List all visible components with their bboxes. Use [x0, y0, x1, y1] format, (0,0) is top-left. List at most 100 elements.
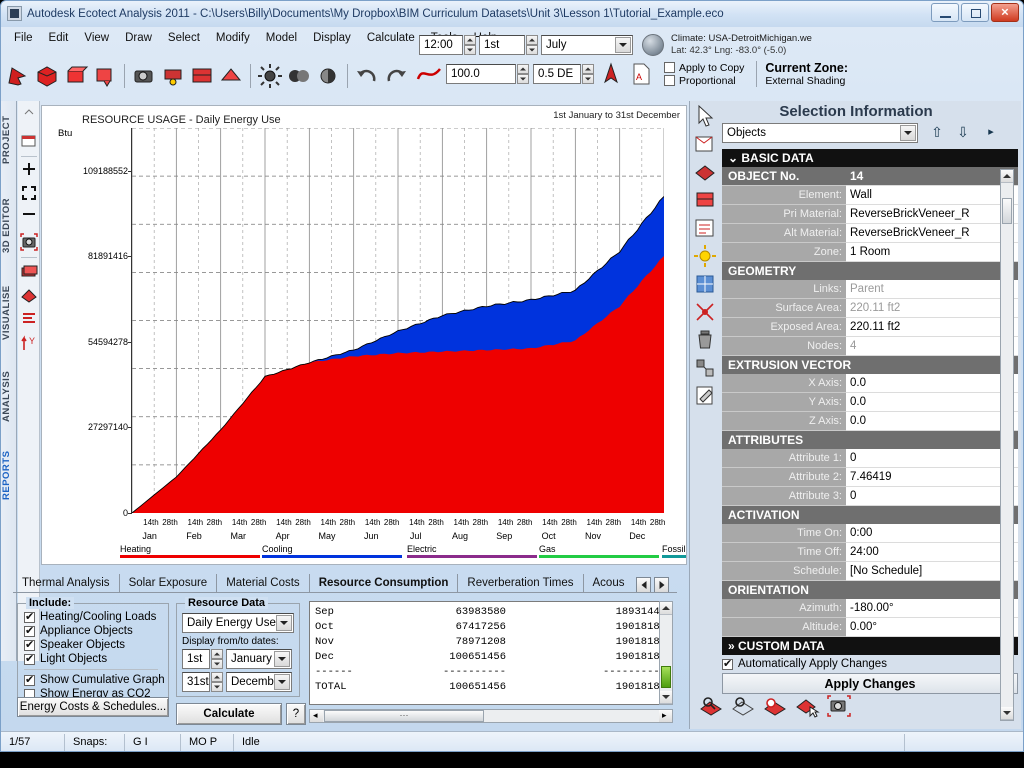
property-value[interactable]: 4	[846, 337, 1018, 356]
from-month-select[interactable]: January	[226, 649, 292, 669]
property-value[interactable]: 0.0	[846, 412, 1018, 431]
dataset-select[interactable]: Daily Energy Use	[182, 613, 294, 633]
checkbox-box[interactable]	[24, 624, 35, 637]
apply-to-copy-checkbox[interactable]	[664, 62, 675, 73]
menu-draw[interactable]: Draw	[118, 30, 159, 46]
property-value[interactable]: 220.11 ft2	[846, 299, 1018, 318]
help-button[interactable]: ?	[286, 703, 306, 725]
checkbox-box[interactable]	[24, 652, 35, 665]
chevron-down-icon[interactable]	[274, 651, 290, 667]
camera-icon[interactable]	[19, 232, 39, 254]
node-icon[interactable]	[692, 299, 718, 325]
calculate-button[interactable]: Calculate	[176, 703, 282, 725]
property-value[interactable]: [No Schedule]	[846, 562, 1018, 581]
daylight-icon[interactable]	[315, 63, 341, 89]
scroll-right-icon[interactable]: ▸	[659, 710, 672, 722]
month-select[interactable]: July	[541, 35, 633, 55]
plan-view-icon[interactable]	[19, 261, 39, 283]
select-similar-icon[interactable]	[794, 693, 820, 719]
auto-apply-row[interactable]: Automatically Apply Changes	[722, 657, 1018, 670]
energy-costs-schedules-button[interactable]: Energy Costs & Schedules...	[17, 697, 169, 717]
vtab-project[interactable]: PROJECT	[1, 101, 17, 179]
roof-tool-icon[interactable]	[218, 63, 244, 89]
time-spinner[interactable]	[464, 35, 476, 55]
tab-scroll-left-icon[interactable]	[636, 577, 652, 593]
zoom-extents-icon[interactable]	[19, 184, 39, 206]
camera-capture-icon[interactable]	[826, 693, 852, 719]
tab-thermal-analysis[interactable]: Thermal Analysis	[13, 574, 120, 593]
globe-icon[interactable]	[642, 34, 664, 56]
select-tool-icon[interactable]	[5, 63, 31, 89]
section-header-extrusion-vector[interactable]: EXTRUSION VECTOR	[722, 356, 1018, 374]
time-input[interactable]: 12:00	[419, 35, 463, 55]
day-spinner[interactable]	[526, 35, 538, 55]
to-day-input[interactable]: 31st	[182, 672, 210, 692]
chevron-down-icon[interactable]	[615, 37, 631, 53]
property-value[interactable]: 0.0	[846, 374, 1018, 393]
property-value[interactable]: Parent	[846, 280, 1018, 299]
from-day-spinner[interactable]	[211, 649, 223, 669]
tab-scroll-right-icon[interactable]	[654, 577, 670, 593]
step-spinner[interactable]	[582, 64, 594, 84]
checkbox-box[interactable]	[24, 638, 35, 651]
more-options-icon[interactable]: ▸	[980, 123, 1002, 143]
curve-tool-icon[interactable]	[416, 61, 442, 87]
menu-view[interactable]: View	[77, 30, 116, 46]
edit-properties-icon[interactable]	[692, 383, 718, 409]
property-value[interactable]: 0	[846, 449, 1018, 468]
chart-plot-area[interactable]: 0 27297140 54594278 81891416 109188552	[83, 128, 664, 518]
menu-calculate[interactable]: Calculate	[360, 30, 422, 46]
layers-icon[interactable]	[19, 309, 39, 331]
section-header-geometry[interactable]: GEOMETRY	[722, 262, 1018, 280]
menu-select[interactable]: Select	[161, 30, 207, 46]
property-value[interactable]: 0:00	[846, 524, 1018, 543]
table-horizontal-scrollbar[interactable]: ◂ ⋯ ▸	[309, 709, 673, 723]
menu-file[interactable]: File	[7, 30, 40, 46]
close-button[interactable]: ✕	[991, 3, 1019, 22]
hscroll-thumb[interactable]: ⋯	[324, 710, 484, 722]
scroll-up-icon[interactable]	[1001, 170, 1013, 183]
checkbox-box[interactable]	[24, 673, 35, 686]
property-value[interactable]: ReverseBrickVeneer_R	[846, 224, 1018, 243]
property-value[interactable]: 0.0	[846, 393, 1018, 412]
section-header-basic-data[interactable]: ⌄ BASIC DATA	[722, 149, 1018, 167]
undo-icon[interactable]	[354, 63, 380, 89]
property-value[interactable]: 1 Room	[846, 243, 1018, 262]
sun-icon[interactable]	[692, 243, 718, 269]
section-header-orientation[interactable]: ORIENTATION	[722, 581, 1018, 599]
schedule-icon[interactable]	[692, 215, 718, 241]
shading-icon[interactable]	[286, 63, 312, 89]
tab-material-costs[interactable]: Material Costs	[217, 574, 310, 593]
sun-path-icon[interactable]	[257, 63, 283, 89]
screenshot-icon[interactable]	[19, 131, 39, 153]
to-day-spinner[interactable]	[211, 672, 223, 692]
transform-icon[interactable]	[692, 355, 718, 381]
chevron-down-icon[interactable]	[900, 125, 916, 141]
step-input[interactable]: 0.5 DE	[533, 64, 581, 84]
section-header-attributes[interactable]: ATTRIBUTES	[722, 431, 1018, 449]
compass-icon[interactable]	[598, 61, 624, 87]
maximize-button[interactable]	[961, 3, 989, 22]
vtab-3d-editor[interactable]: 3D EDITOR	[1, 181, 17, 269]
object-info-icon[interactable]	[692, 131, 718, 157]
scroll-down-icon[interactable]	[660, 691, 672, 704]
checkbox-heating-cooling-loads[interactable]: Heating/Cooling Loads	[24, 610, 165, 623]
menu-modify[interactable]: Modify	[209, 30, 257, 46]
table-scroll-thumb[interactable]	[661, 666, 671, 688]
camera-view-icon[interactable]	[131, 63, 157, 89]
vtab-visualise[interactable]: VISUALISE	[1, 273, 17, 353]
menu-model[interactable]: Model	[259, 30, 304, 46]
pdf-export-icon[interactable]: A	[628, 61, 654, 87]
value-input[interactable]: 100.0	[446, 64, 516, 84]
next-object-icon[interactable]: ⇩	[952, 123, 974, 143]
checkbox-show-cumulative-graph[interactable]: Show Cumulative Graph	[24, 673, 165, 686]
vtab-analysis[interactable]: ANALYSIS	[1, 357, 17, 435]
scroll-down-icon[interactable]	[1001, 707, 1013, 720]
menu-edit[interactable]: Edit	[42, 30, 76, 46]
day-input[interactable]: 1st	[479, 35, 525, 55]
zoom-selection-icon[interactable]	[698, 693, 724, 719]
resource-data-table[interactable]: Sep 63983580 18931444 Oct 67417256 19018186 No…	[309, 601, 673, 705]
property-value[interactable]: ReverseBrickVeneer_R	[846, 205, 1018, 224]
wall-tool-icon[interactable]	[189, 63, 215, 89]
zone-tool-icon[interactable]	[34, 63, 60, 89]
